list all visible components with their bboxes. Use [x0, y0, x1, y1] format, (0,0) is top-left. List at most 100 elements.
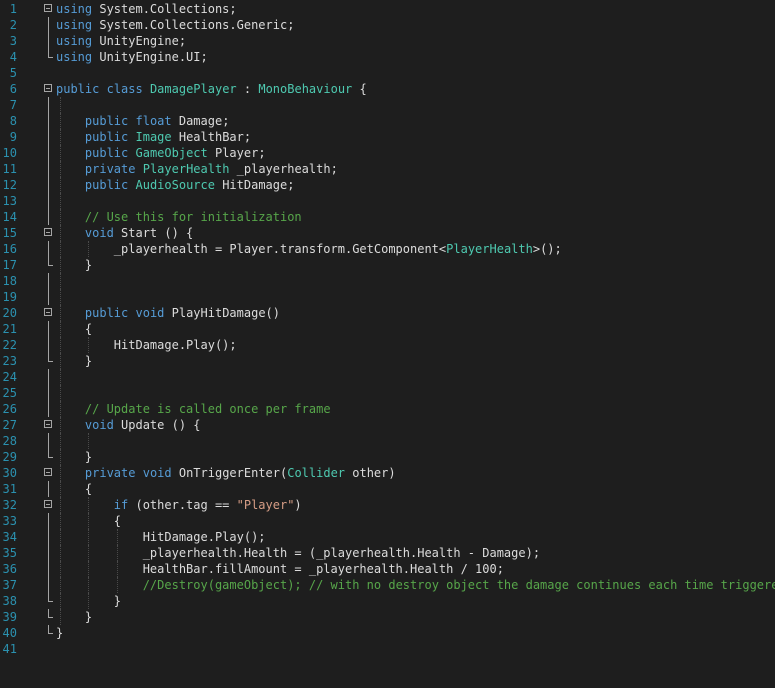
collapse-icon[interactable]	[44, 228, 52, 236]
code-line[interactable]: 17 }	[0, 257, 775, 273]
code-token: Start () {	[113, 226, 194, 240]
type-token: Collider	[287, 466, 346, 480]
code-line[interactable]: 30 private void OnTriggerEnter(Collider …	[0, 465, 775, 481]
code-text[interactable]: using UnityEngine;	[56, 33, 186, 49]
code-line[interactable]: 20 public void PlayHitDamage()	[0, 305, 775, 321]
code-line[interactable]: 28	[0, 433, 775, 449]
line-number: 17	[2, 258, 17, 272]
code-token: }	[56, 354, 93, 368]
code-line[interactable]: 15 void Start () {	[0, 225, 775, 241]
code-line[interactable]: 14 // Use this for initialization	[0, 209, 775, 225]
code-text[interactable]: HitDamage.Play();	[56, 337, 237, 353]
code-text[interactable]: using System.Collections.Generic;	[56, 17, 294, 33]
code-line[interactable]: 33 {	[0, 513, 775, 529]
code-text[interactable]: public void PlayHitDamage()	[56, 305, 280, 321]
code-token: }	[56, 594, 122, 608]
code-line[interactable]: 6 public class DamagePlayer : MonoBehavio…	[0, 81, 775, 97]
code-line[interactable]: 32 if (other.tag == "Player")	[0, 497, 775, 513]
code-text[interactable]: {	[56, 481, 92, 497]
code-line[interactable]: 12 public AudioSource HitDamage;	[0, 177, 775, 193]
code-line[interactable]: 22 HitDamage.Play();	[0, 337, 775, 353]
code-line[interactable]: 10 public GameObject Player;	[0, 145, 775, 161]
code-token: System.Collections.Generic;	[92, 18, 295, 32]
code-text[interactable]: using UnityEngine.UI;	[56, 49, 208, 65]
code-text[interactable]: using System.Collections;	[56, 1, 237, 17]
code-token: OnTriggerEnter(	[171, 466, 288, 480]
code-text[interactable]: }	[56, 593, 121, 609]
code-line[interactable]: 34 HitDamage.Play();	[0, 529, 775, 545]
fold-guide	[48, 529, 49, 545]
code-text[interactable]: HealthBar.fillAmount = _playerhealth.Hea…	[56, 561, 504, 577]
code-text[interactable]: }	[56, 353, 92, 369]
code-text[interactable]: }	[56, 625, 63, 641]
fold-guide	[48, 241, 49, 257]
code-line[interactable]: 9 public Image HealthBar;	[0, 129, 775, 145]
code-line[interactable]: 13	[0, 193, 775, 209]
line-number: 38	[2, 594, 17, 608]
code-line[interactable]: 19	[0, 289, 775, 305]
collapse-icon[interactable]	[44, 84, 52, 92]
code-text[interactable]: void Update () {	[56, 417, 201, 433]
code-lines[interactable]: 1 using System.Collections; 2 using System.…	[0, 1, 775, 657]
code-line[interactable]: 16 _playerhealth = Player.transform.GetC…	[0, 241, 775, 257]
code-token: {	[56, 514, 122, 528]
code-line[interactable]: 2 using System.Collections.Generic;	[0, 17, 775, 33]
collapse-icon[interactable]	[44, 4, 52, 12]
code-text[interactable]: {	[56, 321, 92, 337]
code-text[interactable]: HitDamage.Play();	[56, 529, 266, 545]
collapse-icon[interactable]	[44, 468, 52, 476]
indent-guide	[59, 193, 61, 209]
code-text[interactable]: public GameObject Player;	[56, 145, 266, 161]
code-text[interactable]: if (other.tag == "Player")	[56, 497, 302, 513]
code-text[interactable]: }	[56, 449, 92, 465]
code-line[interactable]: 36 HealthBar.fillAmount = _playerhealth.…	[0, 561, 775, 577]
code-line[interactable]: 8 public float Damage;	[0, 113, 775, 129]
code-text[interactable]: public Image HealthBar;	[56, 129, 251, 145]
code-line[interactable]: 4 using UnityEngine.UI;	[0, 49, 775, 65]
code-line[interactable]: 1 using System.Collections;	[0, 1, 775, 17]
code-text[interactable]: // Update is called once per frame	[56, 401, 331, 417]
line-number: 24	[2, 370, 17, 384]
line-number: 36	[2, 562, 17, 576]
code-line[interactable]: 29 }	[0, 449, 775, 465]
code-line[interactable]: 24	[0, 369, 775, 385]
code-line[interactable]: 41	[0, 641, 775, 657]
code-text[interactable]: // Use this for initialization	[56, 209, 302, 225]
code-text[interactable]: }	[56, 257, 92, 273]
code-line[interactable]: 3 using UnityEngine;	[0, 33, 775, 49]
code-text[interactable]: public float Damage;	[56, 113, 230, 129]
code-line[interactable]: 18	[0, 273, 775, 289]
fold-guide	[48, 369, 49, 385]
code-line[interactable]: 31 {	[0, 481, 775, 497]
collapse-icon[interactable]	[44, 420, 52, 428]
line-number: 29	[2, 450, 17, 464]
code-line[interactable]: 40}	[0, 625, 775, 641]
code-line[interactable]: 7	[0, 97, 775, 113]
code-text[interactable]: void Start () {	[56, 225, 193, 241]
code-line[interactable]: 35 _playerhealth.Health = (_playerhealth…	[0, 545, 775, 561]
collapse-icon[interactable]	[44, 500, 52, 508]
code-line[interactable]: 27 void Update () {	[0, 417, 775, 433]
code-text[interactable]: public class DamagePlayer : MonoBehaviou…	[56, 81, 367, 97]
code-text[interactable]: private void OnTriggerEnter(Collider oth…	[56, 465, 396, 481]
code-line[interactable]: 11 private PlayerHealth _playerhealth;	[0, 161, 775, 177]
code-line[interactable]: 38 }	[0, 593, 775, 609]
code-text[interactable]: _playerhealth.Health = (_playerhealth.He…	[56, 545, 540, 561]
code-text[interactable]: private PlayerHealth _playerhealth;	[56, 161, 338, 177]
code-line[interactable]: 37 //Destroy(gameObject); // with no des…	[0, 577, 775, 593]
code-text[interactable]: //Destroy(gameObject); // with no destro…	[56, 577, 775, 593]
code-line[interactable]: 39 }	[0, 609, 775, 625]
collapse-icon[interactable]	[44, 308, 52, 316]
code-editor[interactable]: 1 using System.Collections; 2 using System.…	[0, 0, 775, 688]
line-number: 18	[2, 274, 17, 288]
code-line[interactable]: 26 // Update is called once per frame	[0, 401, 775, 417]
code-line[interactable]: 21 {	[0, 321, 775, 337]
code-text[interactable]: }	[56, 609, 92, 625]
code-line[interactable]: 25	[0, 385, 775, 401]
code-text[interactable]: {	[56, 513, 121, 529]
code-line[interactable]: 5	[0, 65, 775, 81]
code-line[interactable]: 23 }	[0, 353, 775, 369]
code-text[interactable]: _playerhealth = Player.transform.GetComp…	[56, 241, 562, 257]
code-text[interactable]: public AudioSource HitDamage;	[56, 177, 295, 193]
